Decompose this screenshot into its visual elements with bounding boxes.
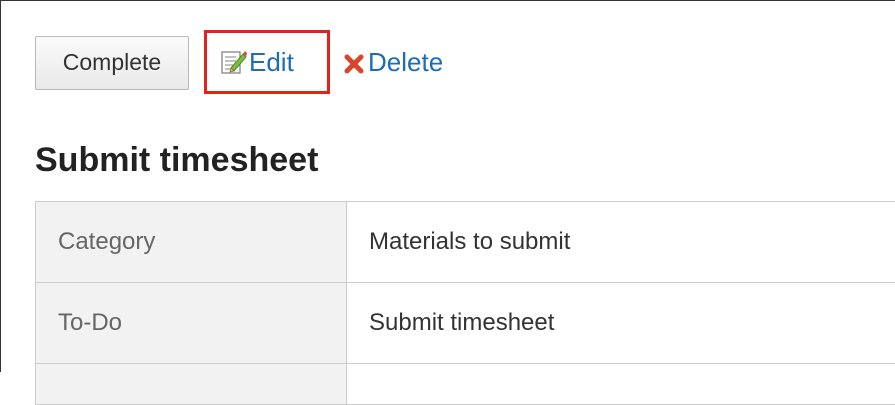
edit-link-label: Edit <box>249 47 294 78</box>
todo-label: To-Do <box>36 283 347 364</box>
table-row: Category Materials to submit <box>36 202 895 283</box>
delete-link-label: Delete <box>368 47 443 78</box>
complete-button[interactable]: Complete <box>35 36 189 90</box>
next-row-label <box>36 364 347 405</box>
table-row <box>36 364 895 405</box>
table-row: To-Do Submit timesheet <box>36 283 895 364</box>
delete-link[interactable]: Delete <box>343 30 443 94</box>
delete-x-icon <box>343 51 365 73</box>
edit-pencil-icon <box>219 48 247 76</box>
category-label: Category <box>36 202 347 283</box>
todo-detail-table: Category Materials to submit To-Do Submi… <box>35 201 895 405</box>
todo-detail-panel: Complete Edit <box>0 0 895 372</box>
edit-link[interactable]: Edit <box>204 30 330 94</box>
category-value: Materials to submit <box>347 202 895 283</box>
page-title: Submit timesheet <box>35 139 318 181</box>
action-toolbar: Complete Edit <box>35 30 189 94</box>
todo-value: Submit timesheet <box>347 283 895 364</box>
next-row-value <box>347 364 895 405</box>
